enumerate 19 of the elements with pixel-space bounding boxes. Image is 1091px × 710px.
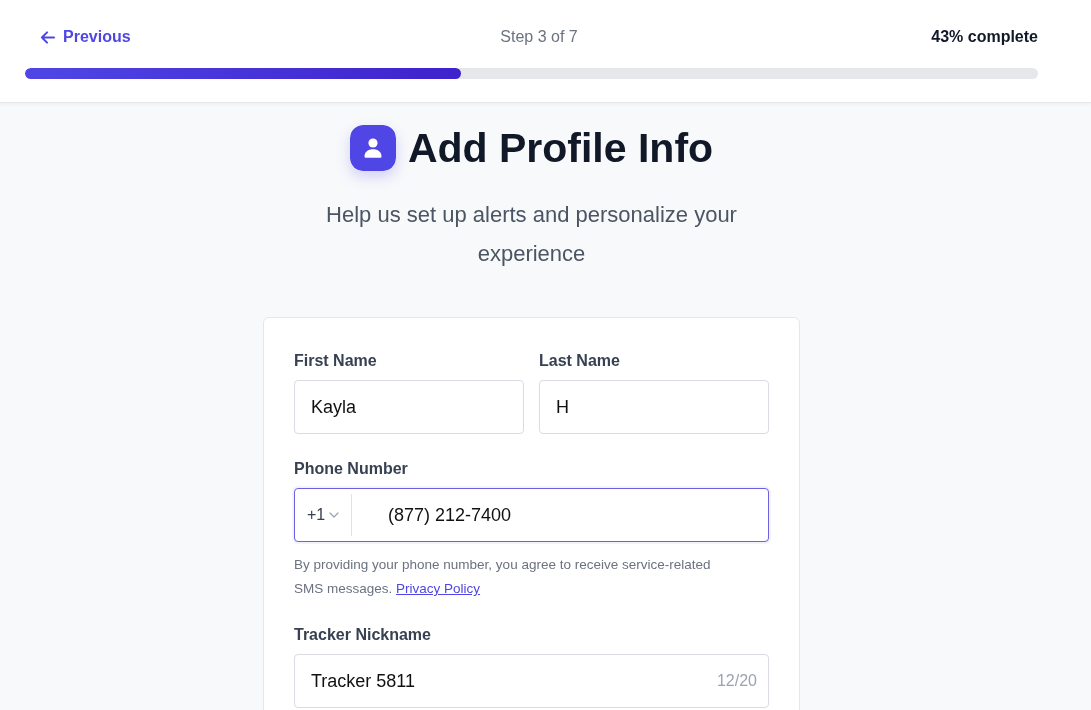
back-arrow-icon — [40, 30, 55, 44]
chevron-down-icon — [329, 512, 340, 518]
field-label: First Name — [294, 351, 378, 371]
phone-field[interactable]: +1 (877) 212-7400 — [294, 488, 769, 542]
privacy-policy-link[interactable]: Privacy Policy — [396, 581, 481, 596]
field-label: Phone Number — [294, 459, 409, 479]
step-counter: Step 3 of 7 — [500, 28, 578, 46]
character-counter: 12/20 — [716, 672, 757, 690]
completion-percent: 43% complete — [931, 28, 1038, 46]
person-icon — [349, 125, 396, 171]
name-input[interactable]: H — [539, 380, 769, 434]
page-subtitle: Help us set up alerts and personalize your experience — [325, 201, 738, 268]
field-label: Tracker Nickname — [294, 625, 432, 645]
page-title: Add Profile Info — [407, 125, 714, 171]
field-label: Last Name — [539, 351, 621, 371]
previous-link[interactable]: Previous — [40, 28, 131, 46]
name-input[interactable]: Kayla — [294, 380, 524, 434]
country-code-select[interactable]: +1 — [295, 494, 352, 536]
phone-consent-text: By providing your phone number, you agree to receive service-related SMS messages. Privacy Policy — [294, 556, 712, 598]
